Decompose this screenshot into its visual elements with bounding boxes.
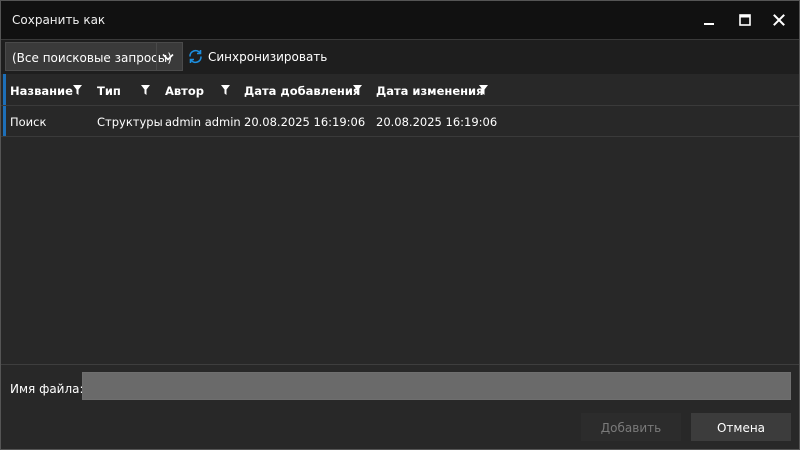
filter-icon[interactable] (221, 85, 230, 95)
minimize-button[interactable] (695, 7, 723, 33)
cell-added: 20.08.2025 16:19:06 (244, 115, 366, 129)
column-header-modified[interactable]: Дата изменения (376, 74, 496, 105)
minimize-icon (704, 23, 714, 25)
cell-modified: 20.08.2025 16:19:06 (376, 115, 498, 129)
maximize-button[interactable] (731, 7, 759, 33)
chevron-down-icon[interactable] (162, 53, 174, 61)
filter-icon[interactable] (141, 85, 150, 95)
filter-icon[interactable] (353, 85, 362, 95)
saved-queries-grid: Название Тип Автор Дата добавления Дата … (1, 74, 799, 364)
table-row[interactable]: Поиск Структуры admin admin 20.08.2025 1… (1, 106, 799, 137)
select-divider (156, 43, 157, 70)
column-header-added[interactable]: Дата добавления (244, 74, 372, 105)
close-icon (773, 14, 785, 26)
add-button[interactable]: Добавить (581, 413, 681, 441)
cancel-button[interactable]: Отмена (691, 413, 791, 441)
column-header-name-label: Название (10, 84, 73, 98)
search-query-select[interactable]: (Все поисковые запросы) (5, 42, 183, 71)
dialog-footer: Имя файла: Добавить Отмена (1, 364, 799, 449)
column-header-author[interactable]: Автор (165, 74, 240, 105)
column-header-author-label: Автор (165, 84, 204, 98)
filter-icon[interactable] (479, 85, 488, 95)
column-header-added-label: Дата добавления (244, 84, 361, 98)
sync-button-label: Синхронизировать (208, 50, 328, 64)
sync-icon (189, 49, 202, 64)
save-as-dialog: Сохранить как (Все поисковые запросы) Си… (0, 0, 800, 450)
search-query-select-value: (Все поисковые запросы) (12, 51, 172, 65)
maximize-icon (739, 14, 751, 26)
toolbar: (Все поисковые запросы) Синхронизировать (1, 39, 799, 74)
column-header-name[interactable]: Название (10, 74, 96, 105)
title-bar[interactable]: Сохранить как (1, 1, 799, 39)
cell-author: admin admin (165, 115, 241, 129)
grid-header: Название Тип Автор Дата добавления Дата … (1, 74, 799, 106)
column-header-type-label: Тип (97, 84, 121, 98)
close-button[interactable] (765, 7, 793, 33)
file-name-input[interactable] (82, 372, 791, 400)
column-header-modified-label: Дата изменения (376, 84, 484, 98)
dialog-title: Сохранить как (12, 13, 106, 27)
filter-icon[interactable] (73, 85, 82, 95)
column-header-type[interactable]: Тип (97, 74, 161, 105)
cell-type: Структуры (97, 115, 163, 129)
file-name-label: Имя файла: (10, 382, 84, 396)
cell-name: Поиск (10, 115, 47, 129)
